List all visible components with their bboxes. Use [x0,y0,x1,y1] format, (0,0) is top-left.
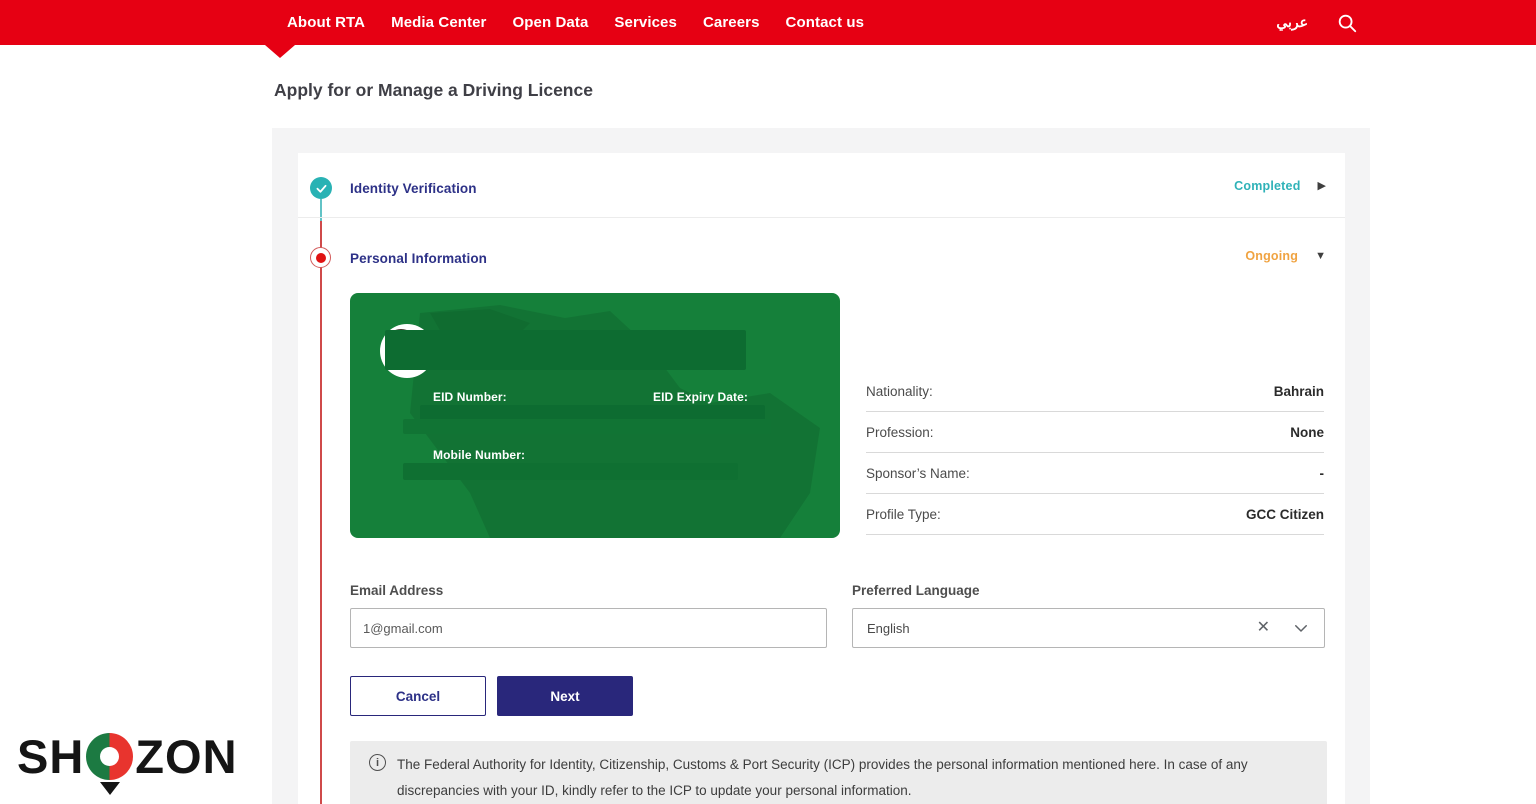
step-divider [298,217,1345,218]
icp-notice: i The Federal Authority for Identity, Ci… [350,741,1327,804]
status-badge-completed: Completed [1234,179,1300,193]
profile-row-sponsor: Sponsor’s Name: - [866,453,1324,494]
sponsor-name-value: - [1320,466,1325,481]
profile-type-value: GCC Citizen [1246,507,1324,522]
email-field[interactable] [350,608,827,648]
preferred-language-value: English [867,621,1257,636]
check-circle-icon [310,177,332,199]
icp-notice-text: The Federal Authority for Identity, Citi… [350,741,1327,804]
redaction-bar-name [385,330,746,370]
nav-right-tools: عربي [1276,12,1358,34]
shozon-logo-pin-icon [86,733,133,780]
nationality-value: Bahrain [1274,384,1324,399]
profile-row-nationality: Nationality: Bahrain [866,371,1324,412]
search-icon[interactable] [1336,12,1358,34]
emirates-id-card: EID Number: EID Expiry Date: Mobile Numb… [350,293,840,538]
language-toggle[interactable]: عربي [1276,14,1308,31]
sponsor-name-label: Sponsor’s Name: [866,466,970,481]
nav-item-media-center[interactable]: Media Center [391,14,486,31]
top-navigation: About RTA Media Center Open Data Service… [0,0,1536,45]
nav-item-open-data[interactable]: Open Data [513,14,589,31]
current-step-icon [310,247,331,268]
clear-icon[interactable]: ✕ [1257,620,1270,636]
nav-active-caret-icon [265,45,295,58]
next-button[interactable]: Next [497,676,633,716]
chevron-right-icon[interactable]: ▶ [1318,181,1326,192]
nav-item-contact-us[interactable]: Contact us [786,14,865,31]
nav-item-about-rta[interactable]: About RTA [287,14,365,31]
profile-row-profile-type: Profile Type: GCC Citizen [866,494,1324,535]
shozon-logo: SH ZON [17,733,238,780]
step-personal-information-toggle[interactable]: Ongoing ▼ [1245,249,1326,263]
profession-value: None [1290,425,1324,440]
shozon-logo-text-left: SH [17,733,84,780]
info-icon: i [369,754,386,771]
chevron-down-icon[interactable] [1292,619,1310,637]
profession-label: Profession: [866,425,934,440]
cancel-button[interactable]: Cancel [350,676,486,716]
profile-type-label: Profile Type: [866,507,941,522]
email-address-label: Email Address [350,583,443,598]
eid-number-label: EID Number: [433,390,507,404]
step-identity-verification-label: Identity Verification [350,181,477,196]
wizard-card: Identity Verification Completed ▶ Person… [298,153,1345,804]
eid-expiry-label: EID Expiry Date: [653,390,748,404]
status-badge-ongoing: Ongoing [1245,249,1298,263]
step-connector-ongoing [320,221,322,804]
nav-item-services[interactable]: Services [614,14,677,31]
preferred-language-select[interactable]: English ✕ [852,608,1325,648]
nationality-label: Nationality: [866,384,933,399]
step-personal-information-label: Personal Information [350,251,487,266]
profile-row-profession: Profession: None [866,412,1324,453]
redaction-bar-wide [403,419,771,434]
nav-item-careers[interactable]: Careers [703,14,760,31]
step-identity-verification-toggle[interactable]: Completed ▶ [1234,179,1326,193]
main-menu: About RTA Media Center Open Data Service… [0,14,864,31]
content-panel: Identity Verification Completed ▶ Person… [272,128,1370,804]
page-title: Apply for or Manage a Driving Licence [274,80,593,101]
redaction-bar-mobile [403,463,738,480]
preferred-language-label: Preferred Language [852,583,980,598]
chevron-down-icon[interactable]: ▼ [1315,251,1326,262]
profile-info-panel: Nationality: Bahrain Profession: None Sp… [866,371,1324,535]
mobile-number-label: Mobile Number: [433,448,525,462]
shozon-logo-text-right: ZON [135,733,237,780]
